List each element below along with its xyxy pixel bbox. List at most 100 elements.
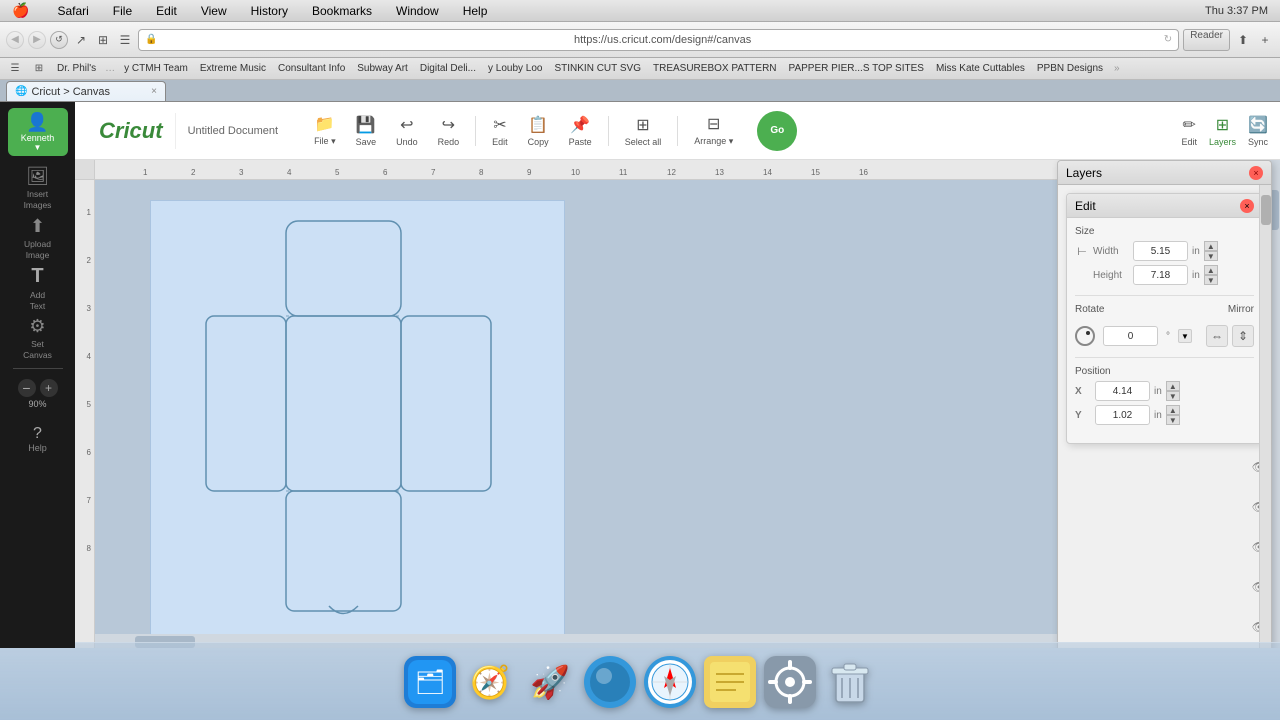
share-icon[interactable]: ↗ — [72, 31, 90, 49]
back-button[interactable]: ◀ — [6, 31, 24, 49]
dock-safari[interactable] — [644, 656, 696, 708]
mirror-vertical-button[interactable]: ⇕ — [1232, 325, 1254, 347]
bookmarks-sidebar-icon[interactable]: ☰ — [6, 60, 24, 78]
width-step-up[interactable]: ▲ — [1204, 241, 1218, 251]
bookmark-ctmh[interactable]: y CTMH Team — [121, 62, 191, 75]
rotate-input[interactable]: 0 — [1103, 326, 1158, 346]
right-edit-button[interactable]: ✏ Edit — [1181, 115, 1197, 147]
menu-help[interactable]: Help — [459, 3, 492, 19]
apple-menu[interactable]: 🍎 — [8, 1, 33, 20]
profile-button[interactable]: 👤 Kenneth ▼ — [8, 108, 68, 156]
select-all-tool[interactable]: ⊞ Select all — [617, 112, 670, 150]
refresh-button[interactable]: ↺ — [50, 31, 68, 49]
x-stepper[interactable]: ▲ ▼ — [1166, 381, 1180, 401]
bookmark-misekate[interactable]: Miss Kate Cuttables — [933, 62, 1028, 75]
width-stepper[interactable]: ▲ ▼ — [1204, 241, 1218, 261]
sidebar-insert-images[interactable]: 🖼 InsertImages — [8, 164, 68, 212]
dock-rocket[interactable]: 🚀 — [524, 656, 576, 708]
y-step-down[interactable]: ▼ — [1166, 415, 1180, 425]
menu-safari[interactable]: Safari — [53, 3, 92, 19]
bookmark-extreme[interactable]: Extreme Music — [197, 62, 269, 75]
y-stepper[interactable]: ▲ ▼ — [1166, 405, 1180, 425]
height-step-up[interactable]: ▲ — [1204, 265, 1218, 275]
dock-system-prefs[interactable] — [764, 656, 816, 708]
share-icon2[interactable]: ⬆ — [1234, 31, 1252, 49]
forward-button[interactable]: ▶ — [28, 31, 46, 49]
x-step-up[interactable]: ▲ — [1166, 381, 1180, 391]
bookmark-papper[interactable]: PAPPER PIER...S TOP SITES — [786, 62, 927, 75]
add-tab-icon[interactable]: ⊞ — [94, 31, 112, 49]
active-tab[interactable]: 🌐 Cricut > Canvas × — [6, 81, 166, 101]
ruler-mark-9: 9 — [527, 168, 531, 177]
edit-tool[interactable]: ✂ Edit — [484, 112, 516, 150]
height-step-down[interactable]: ▼ — [1204, 275, 1218, 285]
menu-file[interactable]: File — [109, 3, 136, 19]
copy-tool[interactable]: 📋 Copy — [520, 112, 557, 150]
bookmark-consultant[interactable]: Consultant Info — [275, 62, 348, 75]
bookmark-stinkin[interactable]: STINKIN CUT SVG — [551, 62, 644, 75]
ruler-left-1: 1 — [87, 208, 91, 217]
height-stepper[interactable]: ▲ ▼ — [1204, 265, 1218, 285]
menu-bookmarks[interactable]: Bookmarks — [308, 3, 376, 19]
width-step-down[interactable]: ▼ — [1204, 251, 1218, 261]
bookmark-digital[interactable]: Digital Deli... — [417, 62, 479, 75]
top-sites-icon[interactable]: ⊞ — [30, 60, 48, 78]
bookmark-ppbn[interactable]: PPBN Designs — [1034, 62, 1106, 75]
layers-scrollbar[interactable] — [1259, 185, 1271, 648]
tab-close-icon[interactable]: × — [151, 86, 157, 97]
width-input[interactable]: 5.15 — [1133, 241, 1188, 261]
menu-edit[interactable]: Edit — [152, 3, 181, 19]
sidebar-add-text[interactable]: T AddText — [8, 264, 68, 312]
profile-icon: 👤 — [26, 112, 48, 133]
redo-tool[interactable]: ↪ Redo — [430, 112, 468, 150]
paste-tool[interactable]: 📌 Paste — [561, 112, 600, 150]
rotate-indicator[interactable] — [1075, 326, 1095, 346]
right-layers-button[interactable]: ⊞ Layers — [1209, 115, 1236, 147]
x-step-down[interactable]: ▼ — [1166, 391, 1180, 401]
help-label: Help — [28, 443, 47, 453]
sidebar-toggle-icon[interactable]: ☰ — [116, 31, 134, 49]
edit-panel-close-button[interactable]: × — [1240, 199, 1254, 213]
bookmark-subway[interactable]: Subway Art — [354, 62, 411, 75]
dock-stickies[interactable] — [704, 656, 756, 708]
undo-tool[interactable]: ↩ Undo — [388, 112, 426, 150]
zoom-in-button[interactable]: + — [40, 379, 58, 397]
save-tool[interactable]: 💾 Save — [348, 112, 385, 150]
menu-view[interactable]: View — [197, 3, 231, 19]
position-section: Position X 4.14 in ▲ ▼ Y 1.02 — [1075, 366, 1254, 425]
layers-close-button[interactable]: × — [1249, 166, 1263, 180]
canvas-page[interactable] — [150, 200, 565, 648]
zoom-out-button[interactable]: − — [18, 379, 36, 397]
bookmark-louby[interactable]: y Louby Loo — [485, 62, 546, 75]
help-button[interactable]: ? Help — [8, 419, 68, 459]
header-toolbar: 📁 File ▾ 💾 Save ↩ Undo ↪ Redo ✂ Edit 📋 — [306, 111, 741, 150]
y-input[interactable]: 1.02 — [1095, 405, 1150, 425]
bookmark-treasurebox[interactable]: TREASUREBOX PATTERN — [650, 62, 780, 75]
rotate-stepper[interactable]: ▼ — [1178, 329, 1192, 343]
dock-compass[interactable]: 🧭 — [464, 656, 516, 708]
right-sync-button[interactable]: 🔄 Sync — [1248, 115, 1268, 147]
dock-mercury[interactable] — [584, 656, 636, 708]
lock-icon[interactable]: ⊢ — [1075, 244, 1089, 258]
file-tool[interactable]: 📁 File ▾ — [306, 111, 344, 150]
dock-finder[interactable]: 🗂 — [404, 656, 456, 708]
address-bar[interactable]: 🔒 https://us.cricut.com/design#/canvas ↻ — [138, 29, 1179, 51]
menu-window[interactable]: Window — [392, 3, 443, 19]
mirror-label: Mirror — [1228, 304, 1254, 315]
mirror-horizontal-button[interactable]: ⇔ — [1206, 325, 1228, 347]
sidebar-set-canvas[interactable]: ⚙ SetCanvas — [8, 314, 68, 362]
add-bookmark-icon[interactable]: + — [1256, 31, 1274, 49]
layers-scroll-thumb[interactable] — [1261, 195, 1271, 225]
dock-trash[interactable] — [824, 656, 876, 708]
edit-panel-title: Edit — [1075, 199, 1096, 213]
sidebar-upload-image[interactable]: ⬆ UploadImage — [8, 214, 68, 262]
y-step-up[interactable]: ▲ — [1166, 405, 1180, 415]
save-icon: 💾 — [356, 115, 376, 135]
height-input[interactable]: 7.18 — [1133, 265, 1188, 285]
bookmark-drphil[interactable]: Dr. Phil's — [54, 62, 99, 75]
x-input[interactable]: 4.14 — [1095, 381, 1150, 401]
reader-button[interactable]: Reader — [1183, 29, 1230, 51]
arrange-tool[interactable]: ⊟ Arrange ▾ — [686, 111, 741, 150]
go-button[interactable]: Go — [757, 111, 797, 151]
menu-history[interactable]: History — [247, 3, 292, 19]
